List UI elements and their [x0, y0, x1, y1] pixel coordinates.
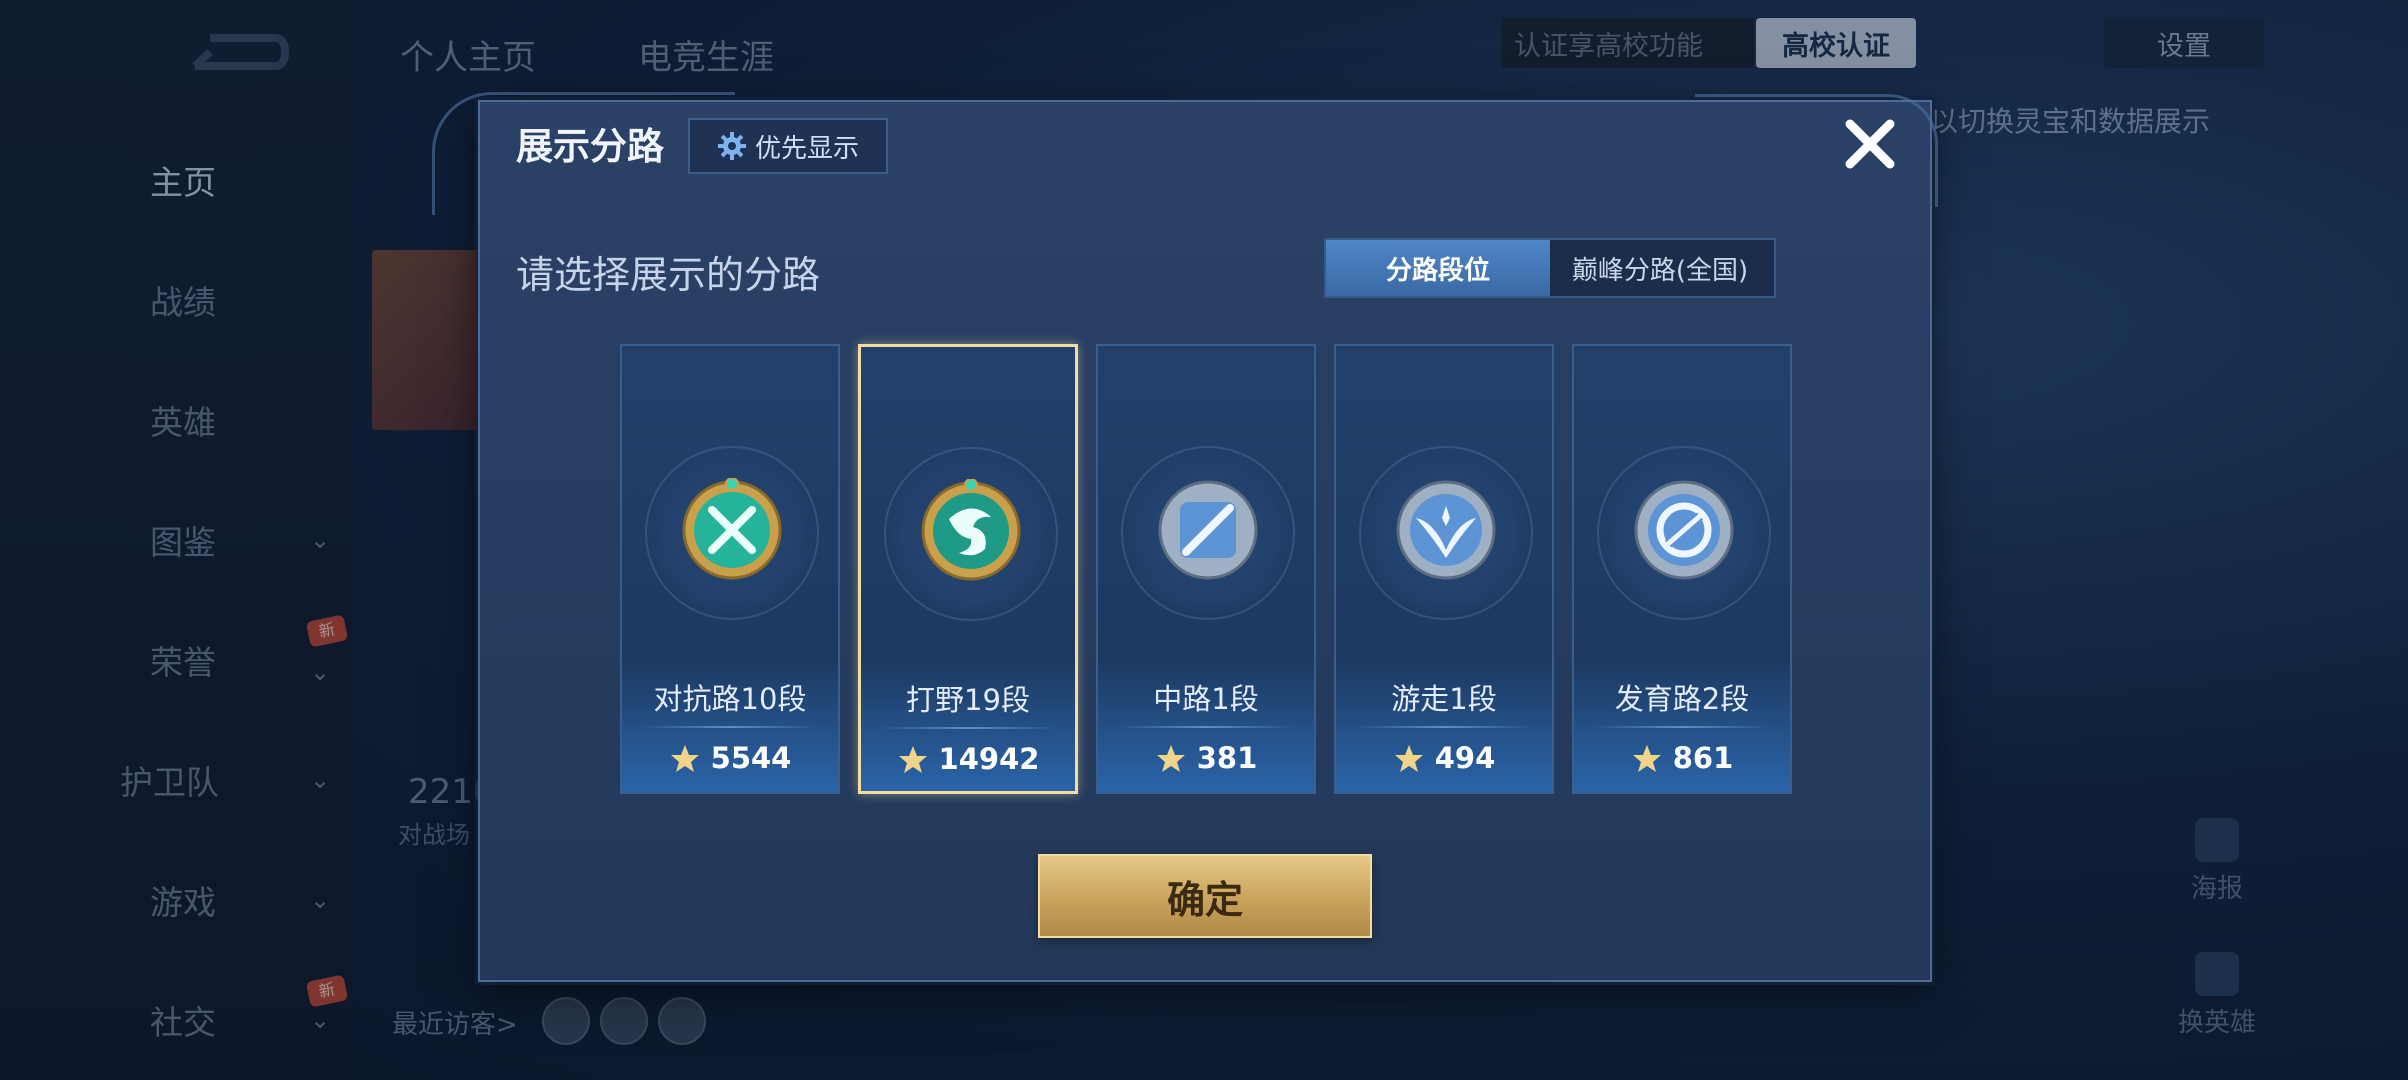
lane-name: 对抗路10段	[653, 682, 807, 716]
lane-score: 861	[1574, 741, 1790, 775]
dialog-title: 展示分路	[516, 125, 664, 168]
jungle-emblem-icon	[921, 479, 1021, 581]
lane-score: 5544	[622, 741, 838, 775]
confirm-button[interactable]: 确定	[1038, 854, 1372, 938]
close-icon[interactable]	[1840, 114, 1900, 174]
roam-emblem-icon	[1396, 480, 1496, 580]
card-divider	[881, 727, 1057, 729]
farm-lane-emblem-icon	[1634, 480, 1734, 580]
lane-score: 14942	[861, 742, 1075, 776]
confirm-label: 确定	[1166, 877, 1243, 922]
card-divider	[1118, 726, 1294, 728]
lane-score-value: 5544	[710, 741, 792, 775]
combat-power-icon	[1394, 745, 1423, 772]
combat-power-icon	[1632, 745, 1661, 772]
mid-lane-emblem-icon	[1158, 480, 1258, 580]
lane-card-list: 对抗路10段 5544 打野19段 14942 中路1段 381 游走1段 49…	[620, 344, 1820, 794]
tab-peak-lane-national[interactable]: 巅峰分路(全国)	[1550, 240, 1770, 296]
gear-icon	[717, 132, 746, 160]
lane-name: 发育路2段	[1614, 682, 1750, 716]
combat-power-icon	[670, 745, 699, 772]
priority-display-label: 优先显示	[754, 133, 859, 164]
lane-score: 381	[1098, 741, 1314, 775]
priority-display-button[interactable]: 优先显示	[688, 118, 888, 174]
lane-score: 494	[1336, 741, 1552, 775]
lane-card-roam[interactable]: 游走1段 494	[1334, 344, 1554, 794]
lane-card-farm[interactable]: 发育路2段 861	[1572, 344, 1792, 794]
lane-name: 打野19段	[906, 683, 1030, 717]
lane-card-mid[interactable]: 中路1段 381	[1096, 344, 1316, 794]
clash-lane-emblem-icon	[682, 478, 782, 580]
combat-power-icon	[1156, 745, 1185, 772]
lane-tab-switcher: 分路段位 巅峰分路(全国)	[1324, 238, 1776, 298]
dialog-subtitle: 请选择展示的分路	[516, 253, 821, 297]
dialog-ornament	[1695, 94, 1938, 207]
lane-score-value: 861	[1672, 741, 1734, 775]
lane-card-jungle[interactable]: 打野19段 14942	[858, 344, 1078, 794]
combat-power-icon	[898, 746, 927, 773]
card-divider	[1594, 726, 1770, 728]
lane-card-clash[interactable]: 对抗路10段 5544	[620, 344, 840, 794]
lane-score-value: 381	[1196, 741, 1258, 775]
lane-score-value: 14942	[938, 742, 1040, 776]
lane-name: 游走1段	[1391, 682, 1497, 716]
lane-score-value: 494	[1434, 741, 1496, 775]
card-divider	[642, 726, 818, 728]
card-divider	[1356, 726, 1532, 728]
lane-display-dialog: 展示分路 优先显示 请选择展示的分路 分路段位 巅峰分路(全国) 对抗路10段 …	[432, 92, 1938, 982]
tab-lane-rank[interactable]: 分路段位	[1326, 240, 1550, 296]
lane-name: 中路1段	[1153, 682, 1259, 716]
